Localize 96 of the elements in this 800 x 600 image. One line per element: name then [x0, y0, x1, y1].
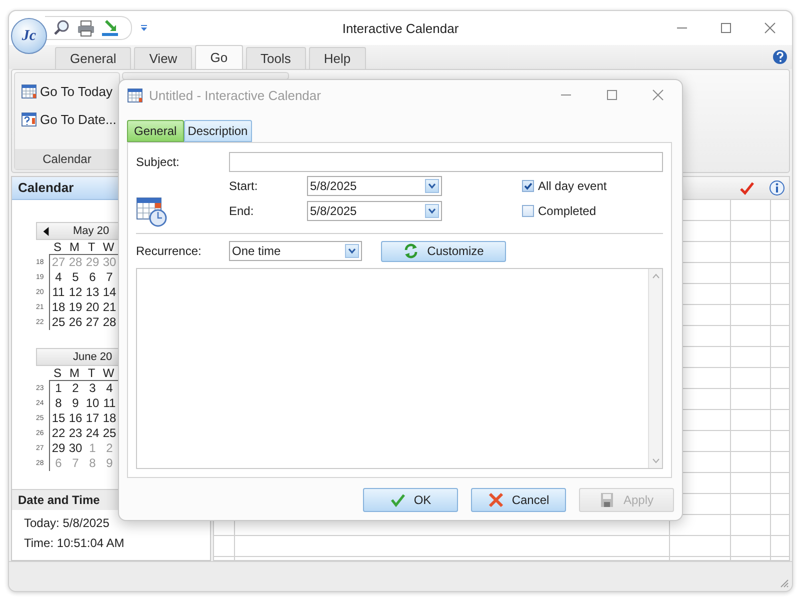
- checkbox-box[interactable]: [522, 180, 534, 192]
- calendar-day[interactable]: 1: [49, 380, 67, 396]
- checkbox[interactable]: All day event: [522, 178, 607, 192]
- checkbox[interactable]: Completed: [522, 204, 596, 218]
- calendar-day[interactable]: 16: [67, 411, 84, 426]
- checkmark-icon[interactable]: [739, 180, 755, 196]
- recurrence-dropdown[interactable]: One time: [229, 241, 362, 261]
- calendar-day[interactable]: 15: [49, 411, 67, 426]
- subject-field[interactable]: [229, 152, 663, 172]
- ribbon-button[interactable]: Go To Date...: [21, 111, 116, 127]
- dropdown-icon: [425, 178, 439, 192]
- calendar-day[interactable]: 27: [84, 315, 101, 330]
- date-time-text: Time: 10:51:04 AM: [24, 536, 126, 550]
- weekday-label: T: [86, 240, 96, 254]
- calendar-question-icon: [21, 111, 37, 127]
- ribbon-tab[interactable]: Help: [308, 47, 366, 69]
- close-icon[interactable]: [764, 22, 776, 34]
- calendar-day[interactable]: 6: [84, 270, 101, 286]
- calendar-day[interactable]: 25: [49, 315, 67, 330]
- field-label: Recurrence:: [136, 244, 202, 258]
- dropdown-icon: [345, 244, 359, 258]
- weekday-label: W: [102, 240, 116, 254]
- calendar-day[interactable]: 25: [101, 426, 118, 442]
- calendar-day[interactable]: 9: [67, 396, 84, 412]
- ribbon-tab[interactable]: Tools: [246, 47, 306, 69]
- calendar-day[interactable]: 5: [67, 270, 84, 286]
- calendar-day[interactable]: 18: [49, 300, 67, 316]
- ribbon-tab[interactable]: Go: [195, 45, 243, 69]
- calendar-day[interactable]: 11: [101, 396, 118, 412]
- dropdown-icon: [425, 204, 439, 218]
- calendar-day[interactable]: 28: [101, 315, 118, 330]
- field-label: End:: [229, 204, 255, 218]
- customize-button[interactable]: Customize: [381, 240, 506, 262]
- calendar-day[interactable]: 23: [67, 426, 84, 442]
- calendar-day[interactable]: 19: [67, 300, 84, 316]
- dialog-tab[interactable]: General: [127, 120, 184, 142]
- ribbon-group-label: Calendar: [15, 149, 119, 170]
- calendar-day[interactable]: 12: [67, 285, 84, 300]
- weekday-label: M: [68, 240, 80, 254]
- month-title: May 20: [73, 225, 110, 238]
- field-label: Start:: [229, 178, 259, 192]
- dropdown-icon[interactable]: [140, 24, 148, 32]
- calendar-day[interactable]: 22: [49, 426, 67, 442]
- info-icon[interactable]: [769, 180, 785, 196]
- calendar-day[interactable]: 7: [101, 270, 118, 286]
- refresh-icon: [403, 243, 420, 259]
- dialog-button[interactable]: OK: [363, 488, 458, 512]
- calendar-clock-icon: [136, 195, 168, 227]
- printer-icon[interactable]: [77, 19, 95, 37]
- calendar-day[interactable]: 2: [67, 380, 84, 396]
- calendar-day[interactable]: 8: [49, 396, 67, 412]
- calendar-day[interactable]: 18: [101, 411, 118, 426]
- export-icon[interactable]: [101, 19, 119, 37]
- maximize-icon[interactable]: [720, 22, 732, 34]
- month-title: June 20: [73, 351, 112, 364]
- calendar-day[interactable]: 13: [84, 285, 101, 300]
- calendar-day[interactable]: 29: [49, 441, 67, 456]
- weekday-label: S: [52, 240, 62, 254]
- calendar-day[interactable]: 26: [67, 315, 84, 330]
- maximize-icon[interactable]: [606, 89, 618, 101]
- date-dropdown[interactable]: 5/8/2025: [307, 176, 442, 196]
- dialog-title: Untitled - Interactive Calendar: [149, 88, 321, 102]
- calendar-day[interactable]: 3: [84, 380, 101, 396]
- checkmark-icon: [390, 492, 406, 508]
- resize-grip-icon[interactable]: [779, 578, 789, 588]
- calendar-day[interactable]: 10: [84, 396, 101, 412]
- calendar-day[interactable]: 17: [84, 411, 101, 426]
- calendar-icon: [21, 83, 37, 99]
- calendar-icon: [127, 87, 143, 103]
- calendar-day[interactable]: 11: [49, 285, 67, 300]
- search-icon[interactable]: [53, 19, 71, 37]
- calendar-day[interactable]: 21: [101, 300, 118, 316]
- date-dropdown[interactable]: 5/8/2025: [307, 200, 442, 220]
- window-title: Interactive Calendar: [342, 20, 459, 36]
- ribbon-button[interactable]: Go To Today: [21, 83, 113, 99]
- date-time-text: Today: 5/8/2025: [24, 516, 110, 530]
- dialog-tab[interactable]: Description: [184, 120, 252, 142]
- weekday-label: T: [86, 366, 96, 380]
- close-icon[interactable]: [652, 89, 664, 101]
- checkbox-box[interactable]: [522, 204, 534, 216]
- dialog-button[interactable]: Cancel: [471, 488, 566, 512]
- ribbon-tab[interactable]: General: [55, 47, 132, 69]
- calendar-day[interactable]: 30: [67, 441, 84, 456]
- cross-icon: [488, 492, 504, 508]
- weekday-label: M: [68, 366, 80, 380]
- calendar-day[interactable]: 20: [84, 300, 101, 316]
- weekday-label: W: [102, 366, 116, 380]
- help-icon[interactable]: [772, 49, 788, 65]
- calendar-day[interactable]: 14: [101, 285, 118, 300]
- field-label: Subject:: [136, 155, 180, 169]
- ribbon-tab[interactable]: View: [134, 47, 192, 69]
- previous-month-icon[interactable]: [43, 226, 49, 236]
- calendar-day[interactable]: 4: [49, 270, 67, 286]
- weekday-label: S: [52, 366, 62, 380]
- calendar-day[interactable]: 24: [84, 426, 101, 442]
- app-logo[interactable]: Jc: [11, 18, 47, 54]
